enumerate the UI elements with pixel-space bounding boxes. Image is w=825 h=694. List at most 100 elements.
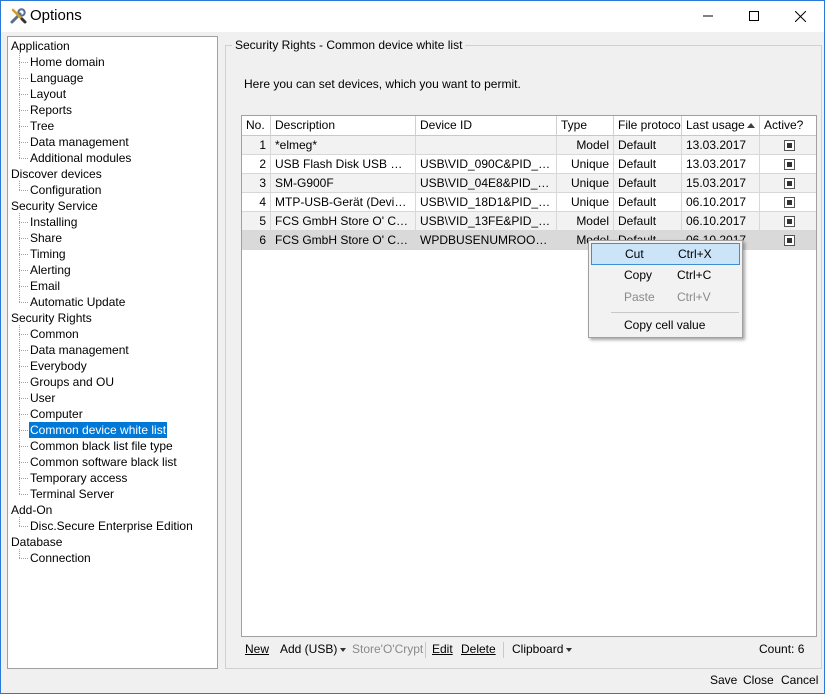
tree-group[interactable]: Database xyxy=(11,534,62,550)
tree-item[interactable]: Additional modules xyxy=(29,150,132,166)
tree-item[interactable]: Data management xyxy=(29,134,130,150)
tree-item[interactable]: Data management xyxy=(29,342,130,358)
save-button[interactable]: Save xyxy=(710,673,737,687)
tree-item[interactable]: Groups and OU xyxy=(29,374,115,390)
cell-type[interactable]: Unique xyxy=(557,155,614,174)
tree-item[interactable]: Terminal Server xyxy=(29,486,115,502)
cell-description[interactable]: MTP-USB-Gerät (Device Manager) xyxy=(271,193,416,212)
cell-no[interactable]: 2 xyxy=(242,155,271,174)
tree-item[interactable]: User xyxy=(29,390,56,406)
tree-group[interactable]: Discover devices xyxy=(11,166,102,182)
column-header-type[interactable]: Type xyxy=(557,116,614,136)
tree-group[interactable]: Add-On xyxy=(11,502,52,518)
store-o-crypt-button[interactable]: Store'O'Crypt xyxy=(352,642,423,656)
tree-item[interactable]: Installing xyxy=(29,214,78,230)
cell-last-usage[interactable]: 15.03.2017 xyxy=(682,174,760,193)
cell-file-protocol[interactable]: Default xyxy=(614,136,682,155)
active-checkbox[interactable] xyxy=(784,235,795,246)
tree-item[interactable]: Common xyxy=(29,326,80,342)
menu-item-cut[interactable]: Cut Ctrl+X xyxy=(591,243,740,265)
cell-no[interactable]: 3 xyxy=(242,174,271,193)
tree-item[interactable]: Email xyxy=(29,278,61,294)
cell-file-protocol[interactable]: Default xyxy=(614,193,682,212)
tree-item[interactable]: Share xyxy=(29,230,63,246)
tree-item[interactable]: Home domain xyxy=(29,54,106,70)
maximize-button[interactable] xyxy=(731,1,777,31)
cell-file-protocol[interactable]: Default xyxy=(614,155,682,174)
table-row[interactable]: 3SM-G900FUSB\VID_04E8&PID_6860\...Unique… xyxy=(242,174,816,193)
table-row[interactable]: 4MTP-USB-Gerät (Device Manager)USB\VID_1… xyxy=(242,193,816,212)
cell-no[interactable]: 5 xyxy=(242,212,271,231)
active-checkbox[interactable] xyxy=(784,197,795,208)
cell-last-usage[interactable]: 13.03.2017 xyxy=(682,136,760,155)
cell-device-id[interactable]: USB\VID_090C&PID_1000\... xyxy=(416,155,557,174)
tree-item[interactable]: Disc.Secure Enterprise Edition xyxy=(29,518,194,534)
cell-file-protocol[interactable]: Default xyxy=(614,212,682,231)
active-checkbox[interactable] xyxy=(784,159,795,170)
cell-device-id[interactable]: USB\VID_13FE&PID_3300\... xyxy=(416,212,557,231)
options-tree[interactable]: Application Home domain Language Layout Repo… xyxy=(7,36,218,669)
tree-item[interactable]: Timing xyxy=(29,246,67,262)
tree-group[interactable]: Application xyxy=(11,38,70,54)
cell-description[interactable]: FCS GmbH Store O' Crypt USB Device xyxy=(271,212,416,231)
new-button[interactable]: New xyxy=(245,642,269,656)
active-checkbox[interactable] xyxy=(784,178,795,189)
add-usb-button[interactable]: Add (USB) xyxy=(280,642,347,656)
menu-item-copy[interactable]: Copy Ctrl+C xyxy=(591,265,740,287)
tree-item[interactable]: Common software black list xyxy=(29,454,178,470)
tree-item[interactable]: Language xyxy=(29,70,84,86)
device-grid[interactable]: No. Description Device ID Type File prot… xyxy=(241,115,817,637)
tree-item[interactable]: Everybody xyxy=(29,358,88,374)
tree-item[interactable]: Configuration xyxy=(29,182,102,198)
cell-description[interactable]: USB Flash Disk USB Device xyxy=(271,155,416,174)
close-button[interactable]: Close xyxy=(743,673,774,687)
tree-item[interactable]: Alerting xyxy=(29,262,72,278)
clipboard-button[interactable]: Clipboard xyxy=(512,642,573,656)
cell-last-usage[interactable]: 06.10.2017 xyxy=(682,212,760,231)
cell-device-id[interactable]: USB\VID_04E8&PID_6860\... xyxy=(416,174,557,193)
active-checkbox[interactable] xyxy=(784,216,795,227)
column-header-active[interactable]: Active? xyxy=(760,116,816,136)
cell-type[interactable]: Model xyxy=(557,212,614,231)
cell-device-id[interactable] xyxy=(416,136,557,155)
cancel-button[interactable]: Cancel xyxy=(781,673,818,687)
table-row[interactable]: 5FCS GmbH Store O' Crypt USB DeviceUSB\V… xyxy=(242,212,816,231)
tree-item[interactable]: Connection xyxy=(29,550,92,566)
tree-item[interactable]: Layout xyxy=(29,86,67,102)
cell-device-id[interactable]: WPDBUSENUMROOT\UMB\... xyxy=(416,231,557,250)
cell-no[interactable]: 4 xyxy=(242,193,271,212)
cell-file-protocol[interactable]: Default xyxy=(614,174,682,193)
column-header-last-usage[interactable]: Last usage xyxy=(682,116,760,136)
minimize-button[interactable] xyxy=(685,1,731,31)
tree-item[interactable]: Tree xyxy=(29,118,55,134)
cell-type[interactable]: Unique xyxy=(557,174,614,193)
active-checkbox[interactable] xyxy=(784,140,795,151)
cell-description[interactable]: FCS GmbH Store O' Crypt USB Device xyxy=(271,231,416,250)
cell-device-id[interactable]: USB\VID_18D1&PID_4EE1 xyxy=(416,193,557,212)
table-row[interactable]: 1 *elmeg* Model Default 13.03.2017 xyxy=(242,136,816,155)
column-header-device-id[interactable]: Device ID xyxy=(416,116,557,136)
tree-item[interactable]: Common device white list xyxy=(29,422,168,438)
delete-button[interactable]: Delete xyxy=(461,642,496,656)
tree-group[interactable]: Security Service xyxy=(11,198,98,214)
column-header-description[interactable]: Description xyxy=(271,116,416,136)
cell-type[interactable]: Unique xyxy=(557,193,614,212)
cell-no[interactable]: 6 xyxy=(242,231,271,250)
menu-item-paste[interactable]: Paste Ctrl+V xyxy=(591,287,740,309)
column-header-no[interactable]: No. xyxy=(242,116,271,136)
cell-last-usage[interactable]: 13.03.2017 xyxy=(682,155,760,174)
menu-item-copy-cell-value[interactable]: Copy cell value xyxy=(591,315,740,337)
tree-group[interactable]: Security Rights xyxy=(11,310,92,326)
cell-type[interactable]: Model xyxy=(557,136,614,155)
tree-item[interactable]: Automatic Update xyxy=(29,294,126,310)
cell-description[interactable]: *elmeg* xyxy=(271,136,416,155)
edit-button[interactable]: Edit xyxy=(432,642,453,656)
tree-item[interactable]: Reports xyxy=(29,102,73,118)
cell-no[interactable]: 1 xyxy=(242,136,271,155)
cell-last-usage[interactable]: 06.10.2017 xyxy=(682,193,760,212)
tree-item[interactable]: Temporary access xyxy=(29,470,128,486)
tree-item[interactable]: Common black list file type xyxy=(29,438,174,454)
table-row[interactable]: 2 USB Flash Disk USB Device USB\VID_090C&P… xyxy=(242,155,816,174)
column-header-file-protocol[interactable]: File protocol xyxy=(614,116,682,136)
tree-item[interactable]: Computer xyxy=(29,406,84,422)
